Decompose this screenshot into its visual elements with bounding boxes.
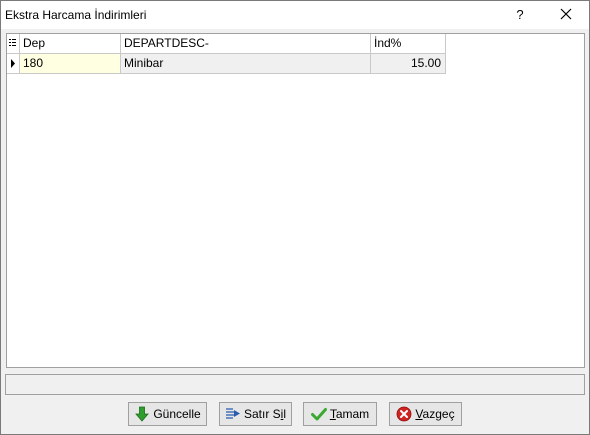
column-header-ind-pct[interactable]: İnd% <box>371 34 446 54</box>
column-header-dep[interactable]: Dep <box>20 34 121 54</box>
column-list-icon <box>9 39 16 46</box>
close-icon <box>560 8 572 20</box>
update-button-label: Güncelle <box>153 407 201 421</box>
column-header-departdesc[interactable]: DEPARTDESC- <box>121 34 371 54</box>
checkmark-icon <box>310 408 327 421</box>
status-bar <box>5 374 585 395</box>
title-bar: Ekstra Harcama İndirimleri ? <box>1 1 589 29</box>
discount-grid-panel: Dep DEPARTDESC- İnd% 180 Minibar 15.00 <box>6 33 585 368</box>
cell-dep[interactable]: 180 <box>20 54 121 74</box>
ok-button[interactable]: Tamam <box>303 402 377 426</box>
delete-row-label-rest: l <box>283 407 287 421</box>
update-button[interactable]: Güncelle <box>128 402 207 426</box>
window-title: Ekstra Harcama İndirimleri <box>5 8 147 22</box>
cancel-x-icon <box>397 406 412 422</box>
down-arrow-icon <box>135 406 150 422</box>
current-row-arrow-icon <box>11 59 15 68</box>
ok-button-label: Tamam <box>330 407 369 421</box>
cancel-label-rest: azgeç <box>422 407 455 421</box>
row-indicator[interactable] <box>7 54 20 74</box>
cancel-button[interactable]: Vazgeç <box>389 402 462 426</box>
cell-ind-pct[interactable]: 15.00 <box>371 54 446 74</box>
help-button[interactable]: ? <box>509 5 531 25</box>
cancel-label-hotkey: V <box>415 407 423 421</box>
delete-row-button-label: Satır Sil <box>244 407 286 421</box>
cancel-button-label: Vazgeç <box>415 407 454 421</box>
dialog-window: Ekstra Harcama İndirimleri ? Dep DEPARTD… <box>0 0 590 435</box>
cell-departdesc[interactable]: Minibar <box>121 54 371 74</box>
delete-row-button[interactable]: Satır Sil <box>219 402 292 426</box>
delete-row-icon <box>225 408 240 419</box>
grid-column-chooser[interactable] <box>7 34 20 54</box>
delete-row-label-part: Satır S <box>243 407 281 421</box>
close-button[interactable] <box>555 4 577 24</box>
ok-label-rest: amam <box>335 407 370 421</box>
